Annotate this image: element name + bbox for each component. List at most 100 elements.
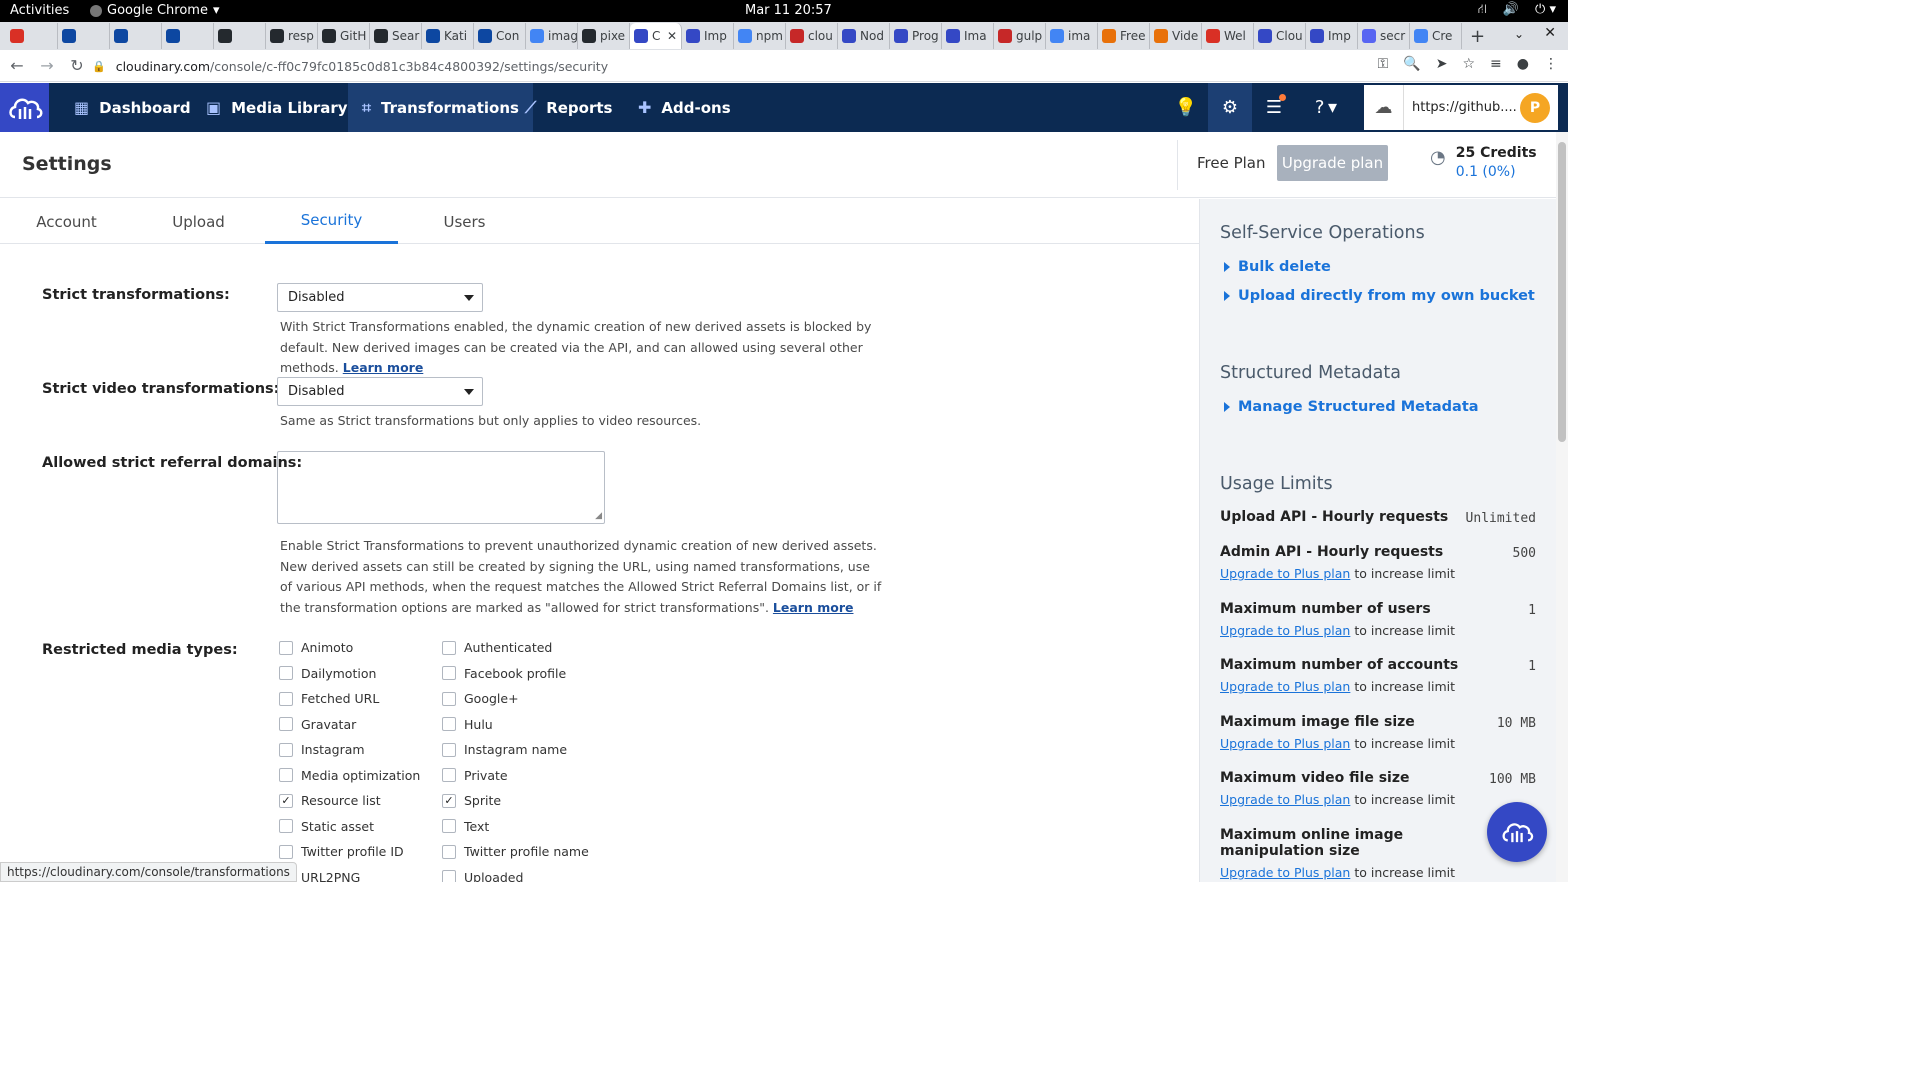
checkbox-checked[interactable]: ✓ — [279, 793, 293, 808]
activities-button[interactable]: Activities — [10, 3, 69, 18]
browser-tab[interactable]: resp — [266, 23, 318, 49]
browser-tab[interactable]: imag — [526, 23, 578, 49]
nav-media-library[interactable]: ▣ Media Library — [192, 83, 362, 132]
reload-icon[interactable]: ↻ — [64, 56, 90, 75]
checkbox-checked[interactable]: ✓ — [442, 793, 456, 808]
browser-tab[interactable]: C ✕ — [630, 23, 682, 49]
lock-icon[interactable]: 🔒 — [92, 60, 106, 73]
upgrade-to-plus-link[interactable]: Upgrade to Plus plan — [1220, 623, 1350, 638]
browser-tab[interactable]: Nod — [838, 23, 890, 49]
browser-tab[interactable] — [6, 23, 58, 49]
checkbox-unchecked[interactable] — [442, 742, 456, 757]
media-type-checkbox[interactable]: Hulu — [442, 717, 493, 732]
checkbox-unchecked[interactable] — [279, 844, 293, 859]
browser-tab[interactable] — [214, 23, 266, 49]
resize-handle-icon[interactable]: ◢ — [595, 511, 602, 521]
browser-tab[interactable]: ima — [1046, 23, 1098, 49]
browser-tab[interactable]: Imp — [1306, 23, 1358, 49]
media-type-checkbox[interactable]: Google+ — [442, 691, 519, 706]
playlist-icon[interactable]: ≡ — [1490, 56, 1502, 72]
media-type-checkbox[interactable]: Facebook profile — [442, 666, 566, 681]
nav-add-ons[interactable]: ✚ Add-ons — [624, 83, 745, 132]
media-type-checkbox[interactable]: Private — [442, 768, 508, 783]
strict-video-select[interactable]: Disabled — [277, 377, 483, 406]
nav-dashboard[interactable]: ▦ Dashboard — [60, 83, 205, 132]
browser-tab[interactable]: Imp — [682, 23, 734, 49]
forward-icon[interactable]: → — [34, 56, 60, 75]
zoom-icon[interactable]: 🔍 — [1403, 56, 1420, 72]
tab-users[interactable]: Users — [398, 199, 531, 244]
checkbox-unchecked[interactable] — [279, 819, 293, 833]
browser-tab[interactable]: Cre — [1410, 23, 1462, 49]
strict-transformations-select[interactable]: Disabled — [277, 283, 483, 312]
media-type-checkbox[interactable]: Gravatar — [279, 717, 356, 732]
tab-close-icon[interactable]: ✕ — [667, 29, 677, 43]
scrollbar-thumb[interactable] — [1558, 142, 1566, 442]
back-icon[interactable]: ← — [4, 56, 30, 75]
media-type-checkbox[interactable]: Animoto — [279, 640, 353, 655]
upgrade-to-plus-link[interactable]: Upgrade to Plus plan — [1220, 736, 1350, 751]
browser-tab[interactable]: Sear — [370, 23, 422, 49]
browser-tab[interactable]: npm — [734, 23, 786, 49]
page-scrollbar[interactable] — [1556, 132, 1568, 882]
browser-tab[interactable]: gulp — [994, 23, 1046, 49]
nav-transformations[interactable]: ⌗ Transformations — [348, 83, 533, 132]
manage-metadata-link[interactable]: Manage Structured Metadata — [1224, 399, 1479, 415]
browser-tab[interactable]: pixe — [578, 23, 630, 49]
media-type-checkbox[interactable]: Static asset — [279, 819, 374, 834]
avatar[interactable]: P — [1520, 92, 1550, 123]
notifications-icon[interactable]: ☰ — [1252, 83, 1296, 132]
bulk-delete-link[interactable]: Bulk delete — [1224, 259, 1331, 275]
browser-tab[interactable]: secr — [1358, 23, 1410, 49]
browser-tab[interactable]: Clou — [1254, 23, 1306, 49]
browser-tab[interactable]: Ima — [942, 23, 994, 49]
browser-tab[interactable]: Wel — [1202, 23, 1254, 49]
media-type-checkbox[interactable]: Instagram name — [442, 742, 567, 757]
browser-tab[interactable]: clou — [786, 23, 838, 49]
extension-icon[interactable]: ● — [1517, 56, 1529, 72]
media-type-checkbox[interactable]: Uploaded — [442, 870, 523, 882]
window-close-icon[interactable]: ✕ — [1544, 25, 1556, 41]
send-icon[interactable]: ➤ — [1436, 56, 1448, 72]
checkbox-unchecked[interactable] — [442, 768, 456, 782]
browser-tab[interactable] — [58, 23, 110, 49]
star-icon[interactable]: ☆ — [1462, 56, 1475, 72]
product-environment-selector[interactable]: ☁ https://github.... P — [1364, 85, 1558, 130]
browser-tab[interactable]: Free — [1098, 23, 1150, 49]
checkbox-unchecked[interactable] — [279, 640, 293, 655]
media-type-checkbox[interactable]: Media optimization — [279, 768, 420, 783]
checkbox-unchecked[interactable] — [279, 742, 293, 757]
credits-summary[interactable]: ◔ 25 Credits 0.1 (0%) — [1430, 145, 1537, 180]
checkbox-unchecked[interactable] — [442, 666, 456, 680]
media-type-checkbox[interactable]: Instagram — [279, 742, 365, 757]
media-type-checkbox[interactable]: Fetched URL — [279, 691, 379, 706]
media-type-checkbox[interactable]: Twitter profile ID — [279, 844, 404, 859]
upgrade-to-plus-link[interactable]: Upgrade to Plus plan — [1220, 865, 1350, 880]
system-tray[interactable]: ⛙ 🔊 ⏻ ▾ — [1478, 2, 1556, 19]
media-type-checkbox[interactable]: Twitter profile name — [442, 844, 589, 859]
checkbox-unchecked[interactable] — [442, 717, 456, 731]
checkbox-unchecked[interactable] — [279, 717, 293, 731]
browser-tab[interactable]: Prog — [890, 23, 942, 49]
credits-usage[interactable]: 0.1 (0%) — [1456, 164, 1537, 180]
menu-icon[interactable]: ⋮ — [1544, 56, 1558, 72]
media-type-checkbox[interactable]: Authenticated — [442, 640, 552, 655]
upload-own-bucket-link[interactable]: Upload directly from my own bucket — [1224, 288, 1535, 304]
browser-tab[interactable] — [162, 23, 214, 49]
help-chat-button[interactable] — [1487, 802, 1547, 862]
checkbox-unchecked[interactable] — [279, 691, 293, 706]
checkbox-unchecked[interactable] — [442, 640, 456, 655]
address-bar[interactable]: 🔒 cloudinary.com/console/c-ff0c79fc0185c… — [92, 54, 1372, 78]
tab-account[interactable]: Account — [0, 199, 133, 244]
upgrade-to-plus-link[interactable]: Upgrade to Plus plan — [1220, 792, 1350, 807]
upgrade-plan-button[interactable]: Upgrade plan — [1277, 145, 1388, 181]
checkbox-unchecked[interactable] — [279, 666, 293, 680]
tab-upload[interactable]: Upload — [132, 199, 265, 244]
checkbox-unchecked[interactable] — [442, 870, 456, 882]
media-type-checkbox[interactable]: Text — [442, 819, 489, 834]
key-icon[interactable]: ⚿ — [1378, 56, 1389, 72]
tab-security[interactable]: Security — [265, 199, 398, 244]
upgrade-to-plus-link[interactable]: Upgrade to Plus plan — [1220, 679, 1350, 694]
learn-more-link[interactable]: Learn more — [343, 360, 424, 375]
checkbox-unchecked[interactable] — [442, 844, 456, 859]
